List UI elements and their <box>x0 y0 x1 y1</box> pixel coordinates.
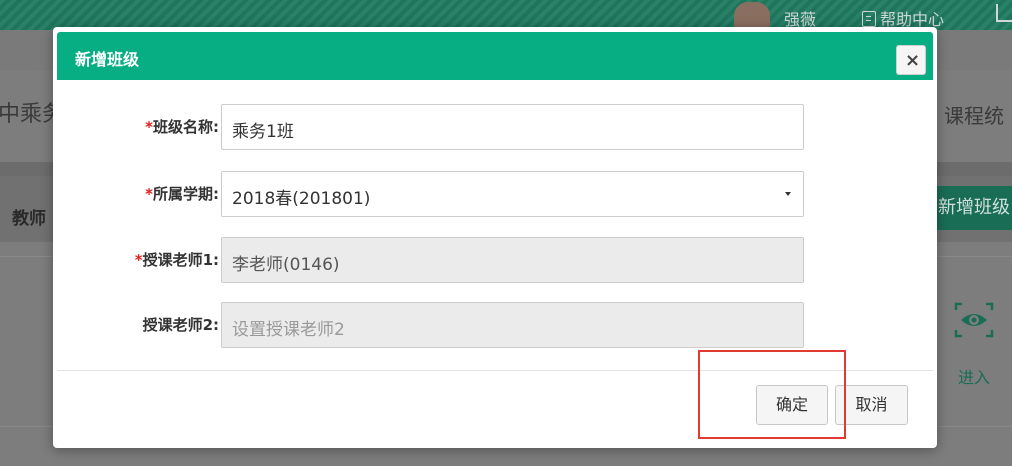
top-bar: 强薇 帮助中心 <box>0 0 1012 30</box>
background-enter-link[interactable]: 进入 <box>958 364 990 388</box>
close-icon: × <box>905 50 921 71</box>
background-add-class-button[interactable]: 新增班级 <box>936 186 1012 230</box>
dialog-title: 新增班级 <box>75 50 140 69</box>
required-mark: * <box>145 185 153 203</box>
class-name-input[interactable]: 乘务1班 <box>221 104 804 150</box>
semester-row: *所属学期: 2018春(201801) <box>53 171 937 217</box>
semester-selected-value: 2018春(201801) <box>232 189 371 209</box>
home-icon[interactable] <box>996 4 1012 22</box>
teacher2-label: 授课老师2: <box>142 316 219 334</box>
background-course-tab[interactable]: 课程统 <box>944 100 1004 129</box>
help-book-icon <box>862 11 876 27</box>
eye-icon[interactable] <box>954 302 994 338</box>
required-mark: * <box>145 118 153 136</box>
semester-label: *所属学期: <box>145 183 219 204</box>
teacher2-row: 授课老师2: 设置授课老师2 <box>53 302 937 348</box>
dialog-header: 新增班级 × <box>57 32 933 80</box>
close-button[interactable]: × <box>896 45 926 75</box>
chevron-down-icon <box>785 192 791 196</box>
semester-select[interactable]: 2018春(201801) <box>221 171 804 217</box>
required-mark: * <box>134 251 143 269</box>
class-name-row: *班级名称: 乘务1班 <box>53 104 937 150</box>
teacher1-label: *授课老师1: <box>135 249 219 270</box>
teacher2-input[interactable]: 设置授课老师2 <box>221 302 804 348</box>
teacher1-label-text: 授课老师1: <box>142 251 219 269</box>
class-name-label: *班级名称: <box>145 116 219 137</box>
semester-label-text: 所属学期: <box>153 185 219 203</box>
avatar[interactable] <box>734 2 770 30</box>
class-name-label-text: 班级名称: <box>153 118 219 136</box>
background-teacher-column: 教师 <box>12 209 46 229</box>
highlight-box <box>698 350 846 439</box>
teacher1-input[interactable]: 李老师(0146) <box>221 237 804 283</box>
teacher1-row: *授课老师1: 李老师(0146) <box>53 237 937 283</box>
